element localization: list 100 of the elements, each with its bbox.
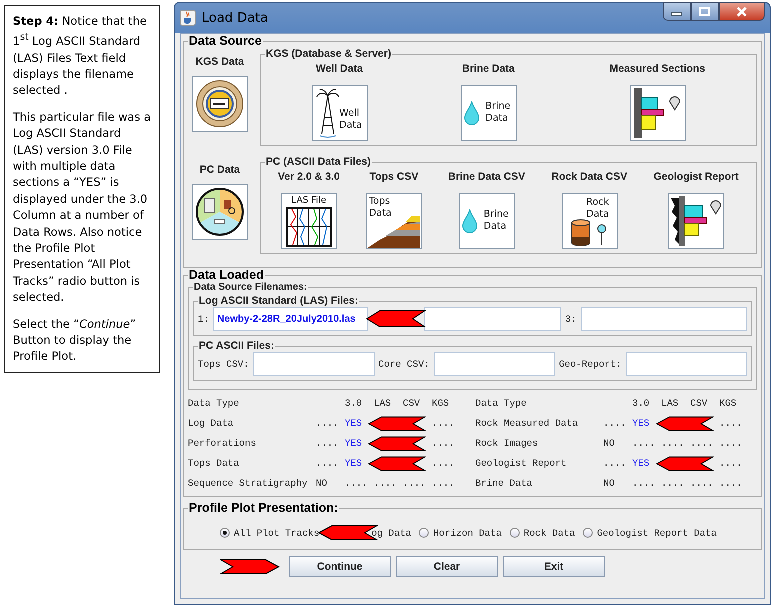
column-header: 3.0 bbox=[632, 398, 651, 409]
brine-button[interactable]: Brine Data bbox=[460, 85, 517, 141]
table-cell-text: .... bbox=[345, 478, 369, 489]
dialog-button[interactable]: Clear bbox=[396, 556, 498, 577]
table-cell-text: .... bbox=[432, 418, 456, 429]
column-header: LAS bbox=[374, 398, 392, 409]
filename-field[interactable] bbox=[253, 352, 375, 376]
filename-field[interactable] bbox=[424, 307, 562, 331]
close-button[interactable] bbox=[719, 2, 765, 21]
data-type-cell-text: Rock Images bbox=[476, 438, 540, 449]
droplet-icon bbox=[464, 101, 480, 125]
column-header: CSV bbox=[690, 398, 709, 409]
table-cell-text: .... bbox=[432, 458, 456, 469]
table-cell-text: YES bbox=[345, 438, 364, 449]
table-cell-text: .... bbox=[720, 478, 744, 489]
source-label: KGS Data bbox=[196, 56, 244, 68]
data-type-cell-text: Geologist Report bbox=[476, 458, 568, 469]
data-type-label: Ver 2.0 & 3.0 bbox=[278, 171, 340, 183]
filename-field[interactable] bbox=[434, 352, 556, 376]
column-header: KGS bbox=[720, 398, 738, 409]
table-cell-text: .... bbox=[316, 458, 340, 469]
table-cell-text: .... bbox=[403, 478, 427, 489]
pie-icon bbox=[195, 187, 245, 237]
table-cell-text: YES bbox=[345, 458, 364, 469]
table-cell-text: .... bbox=[720, 418, 744, 429]
radio-option[interactable]: All Plot Tracks bbox=[220, 528, 320, 538]
brine-button[interactable]: Brine Data bbox=[458, 193, 515, 249]
las-button[interactable]: LAS File bbox=[281, 193, 338, 249]
group-title: KGS (Database & Server) bbox=[265, 48, 392, 60]
maximize-button[interactable] bbox=[691, 2, 719, 21]
radio-option[interactable]: Horizon Data bbox=[419, 528, 502, 538]
table-cell-text: .... bbox=[662, 438, 686, 449]
table-cell-text: .... bbox=[432, 478, 456, 489]
data-type-label: Brine Data CSV bbox=[448, 171, 526, 183]
table-cell-text: .... bbox=[632, 438, 656, 449]
instruction-text: Step 4: Notice that the 1$^{st}$ Log ASCII Standard (LAS) Files Text field displays the filename selected . bbox=[13, 14, 148, 100]
dialog-button[interactable]: Exit bbox=[503, 556, 605, 577]
field-label: Geo-Report: bbox=[559, 358, 622, 370]
sections-button[interactable] bbox=[630, 85, 686, 141]
group-title: PC (ASCII Data Files) bbox=[265, 156, 372, 168]
data-type-label: Measured Sections bbox=[610, 63, 706, 75]
table-cell-text: .... bbox=[316, 438, 340, 449]
data-type-label: Geologist Report bbox=[654, 171, 739, 183]
dialog-button[interactable]: Continue bbox=[289, 556, 391, 577]
column-header: CSV bbox=[403, 398, 422, 409]
section-title: Data Source bbox=[188, 34, 263, 48]
column-header: Data Type bbox=[476, 398, 528, 409]
table-cell-text: .... bbox=[432, 438, 456, 449]
data-type-label: Rock Data CSV bbox=[552, 171, 628, 183]
table-cell-text: YES bbox=[632, 458, 651, 469]
table-cell-text: .... bbox=[662, 478, 686, 489]
well-button[interactable]: Well Data bbox=[312, 85, 368, 141]
group-title: Log ASCII Standard (LAS) Files: bbox=[198, 295, 360, 307]
instruction-text: This particular file was a Log ASCII Standard (LAS) version 3.0 File with multiple data sections a “YES” is displayed under the 3.0 Column at a number of Data Rows. Also notice the Profile Plot Presentation “All Plot Tracks” radio button is selected. bbox=[13, 110, 152, 306]
section-title: Profile Plot Presentation: bbox=[188, 501, 340, 515]
column-header: LAS bbox=[662, 398, 680, 409]
radio-option[interactable]: Geologist Report Data bbox=[583, 528, 717, 538]
table-cell-text: NO bbox=[316, 478, 328, 489]
pie-button[interactable] bbox=[192, 184, 248, 240]
table-cell-text: .... bbox=[374, 478, 398, 489]
table-cell-text: .... bbox=[720, 438, 744, 449]
field-label: 1: bbox=[198, 314, 210, 324]
table-cell-text: NO bbox=[604, 438, 616, 449]
table-cell-text: YES bbox=[345, 418, 364, 429]
table-cell-text: .... bbox=[316, 418, 340, 429]
log-curves-icon bbox=[286, 207, 332, 247]
droplet-icon bbox=[462, 209, 478, 233]
field-label: Core CSV: bbox=[378, 358, 430, 370]
derrick-icon bbox=[316, 88, 340, 138]
table-cell-text: .... bbox=[720, 458, 744, 469]
radio-option[interactable]: Rock Data bbox=[510, 528, 576, 538]
data-type-cell-text: Rock Measured Data bbox=[476, 418, 580, 429]
field-label: 3: bbox=[565, 314, 577, 324]
report-button[interactable] bbox=[668, 193, 724, 249]
field-label: Tops CSV: bbox=[198, 358, 250, 370]
source-label: PC Data bbox=[200, 164, 240, 176]
data-type-cell-text: Tops Data bbox=[188, 458, 240, 469]
maximize-icon bbox=[699, 6, 711, 16]
filename-field[interactable] bbox=[626, 352, 747, 376]
filename-field[interactable] bbox=[580, 307, 747, 331]
table-cell-text: .... bbox=[632, 478, 656, 489]
data-type-label: Well Data bbox=[316, 63, 364, 75]
rock-button[interactable]: Rock Data bbox=[562, 193, 618, 249]
data-type-cell-text: Perforations bbox=[188, 438, 258, 449]
seal-button[interactable] bbox=[192, 76, 248, 132]
table-cell-text: .... bbox=[690, 438, 714, 449]
cup-icon bbox=[180, 10, 196, 26]
seal-icon bbox=[195, 79, 245, 129]
instruction-text: Select the “Continue” Button to display the Profile Plot. bbox=[13, 316, 138, 366]
data-type-label: Brine Data bbox=[462, 63, 515, 75]
rock-column-icon bbox=[669, 196, 724, 246]
group-title: PC ASCII Files: bbox=[198, 340, 276, 352]
section-title: Data Loaded bbox=[188, 268, 266, 282]
data-type-cell-text: Log Data bbox=[188, 418, 235, 429]
minimize-button[interactable] bbox=[663, 2, 691, 21]
tops-button[interactable]: Tops Data bbox=[366, 193, 422, 249]
radio-option[interactable]: og Data bbox=[372, 528, 412, 538]
window-title: Load Data bbox=[202, 10, 270, 26]
column-header: KGS bbox=[432, 398, 450, 409]
filename-field[interactable]: Newby-2-28R_20July2010.las bbox=[213, 307, 368, 331]
